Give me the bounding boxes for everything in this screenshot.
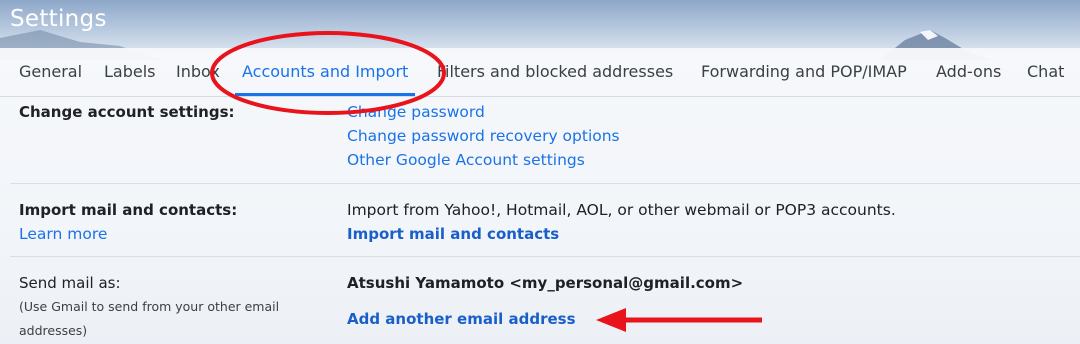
highlight-ellipse [210,31,446,115]
arrow-left-icon [596,308,626,332]
annotation-overlay [210,31,762,332]
